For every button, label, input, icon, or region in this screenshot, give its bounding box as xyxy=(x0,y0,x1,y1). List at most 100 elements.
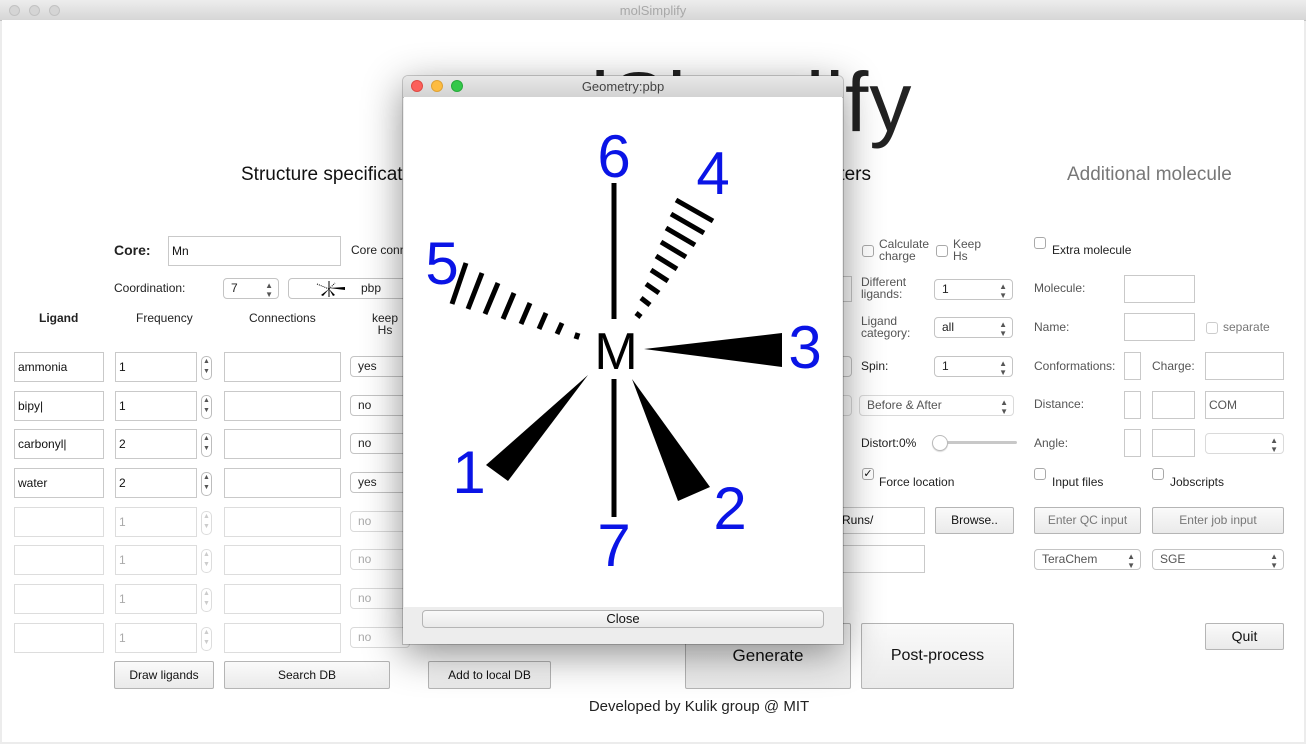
position-label-6: 6 xyxy=(597,123,630,190)
frequency-stepper[interactable]: ▲ ▼ xyxy=(201,395,212,419)
distort-slider-knob[interactable] xyxy=(932,435,948,451)
molecule-input[interactable] xyxy=(1124,275,1195,303)
bond-wedge-3 xyxy=(644,333,782,367)
input-files-checkbox[interactable] xyxy=(1034,468,1046,480)
geometry-select[interactable]: pbp xyxy=(288,278,408,299)
frequency-input[interactable]: 2 xyxy=(115,429,197,459)
keep-hs-select[interactable]: no xyxy=(350,549,410,570)
job-name-input[interactable] xyxy=(838,545,925,573)
ligand-category-value: all xyxy=(942,320,955,334)
chevron-icon: ▲ ▼ xyxy=(1000,398,1008,416)
frequency-input[interactable]: 2 xyxy=(115,468,197,498)
jobscripts-checkbox[interactable] xyxy=(1152,468,1164,480)
enter-qc-input-button[interactable]: Enter QC input xyxy=(1034,507,1141,534)
frequency-stepper[interactable]: ▲ ▼ xyxy=(201,588,212,612)
different-ligands-value: 1 xyxy=(942,282,949,296)
core-input[interactable]: Mn xyxy=(168,236,341,266)
distance-max-input[interactable] xyxy=(1152,391,1195,419)
coordination-select[interactable]: 7 ▲ ▼ xyxy=(223,278,279,299)
frequency-stepper[interactable]: ▲ ▼ xyxy=(201,549,212,573)
connections-input[interactable] xyxy=(224,429,341,459)
ligand-input[interactable] xyxy=(14,623,104,653)
keep-hs-select[interactable]: no xyxy=(350,511,410,532)
ligand-input[interactable] xyxy=(14,507,104,537)
distance-min-input[interactable] xyxy=(1124,391,1141,419)
qc-code-select[interactable]: TeraChem ▲ ▼ xyxy=(1034,549,1141,570)
browse-button[interactable]: Browse.. xyxy=(935,507,1014,534)
scheduler-select[interactable]: SGE ▲ ▼ xyxy=(1152,549,1284,570)
distort-slider[interactable] xyxy=(936,441,1017,444)
spin-select[interactable]: 1 ▲ ▼ xyxy=(934,356,1013,377)
connections-input[interactable] xyxy=(224,352,341,382)
frequency-stepper[interactable]: ▲ ▼ xyxy=(201,511,212,535)
keep-hs-select[interactable]: no xyxy=(350,627,410,648)
ligand-input[interactable]: ammonia xyxy=(14,352,104,382)
different-ligands-select[interactable]: 1 ▲ ▼ xyxy=(934,279,1013,300)
ligand-input[interactable] xyxy=(14,545,104,575)
frequency-input[interactable]: 1 xyxy=(115,545,197,575)
connections-input[interactable] xyxy=(224,584,341,614)
charge-input[interactable] xyxy=(1205,352,1284,380)
ligand-category-select[interactable]: all ▲ ▼ xyxy=(934,317,1013,338)
frequency-input[interactable]: 1 xyxy=(115,584,197,614)
name-input[interactable] xyxy=(1124,313,1195,341)
heading-structure: Structure specification xyxy=(241,164,428,185)
angle-max-input[interactable] xyxy=(1152,429,1195,457)
angle-ref-select[interactable]: ▲ ▼ xyxy=(1205,433,1284,454)
frequency-input[interactable]: 1 xyxy=(115,391,197,421)
draw-ligands-button[interactable]: Draw ligands xyxy=(114,661,214,689)
distance-ref-input[interactable]: COM xyxy=(1205,391,1284,419)
close-button[interactable]: Close xyxy=(422,610,824,628)
frequency-input[interactable]: 1 xyxy=(115,507,197,537)
ligand-input[interactable]: water xyxy=(14,468,104,498)
add-local-db-button[interactable]: Add to local DB xyxy=(428,661,551,689)
frequency-stepper[interactable]: ▲ ▼ xyxy=(201,356,212,380)
ligand-category-label: Ligand category: xyxy=(861,314,911,340)
connections-input[interactable] xyxy=(224,545,341,575)
force-location-checkbox[interactable]: ✓ xyxy=(862,468,874,480)
frequency-input[interactable]: 1 xyxy=(115,352,197,382)
separate-checkbox[interactable] xyxy=(1206,322,1218,334)
keep-hs-checkbox[interactable] xyxy=(936,245,948,257)
position-label-7: 7 xyxy=(597,512,630,579)
keep-hs-select[interactable]: yes xyxy=(350,472,410,493)
chevron-icon: ▲ ▼ xyxy=(999,320,1007,338)
conformations-input[interactable] xyxy=(1124,352,1141,380)
bond-wedge-1 xyxy=(486,375,588,481)
position-label-3: 3 xyxy=(788,314,821,381)
search-db-button[interactable]: Search DB xyxy=(224,661,390,689)
position-label-2: 2 xyxy=(713,475,746,542)
keep-hs-select[interactable]: no xyxy=(350,588,410,609)
angle-min-input[interactable] xyxy=(1124,429,1141,457)
ligand-input[interactable] xyxy=(14,584,104,614)
enter-job-input-button[interactable]: Enter job input xyxy=(1152,507,1284,534)
frequency-header: Frequency xyxy=(136,311,193,325)
stepper-icon: ▲ ▼ xyxy=(999,282,1007,300)
keep-hs-select[interactable]: no xyxy=(350,433,410,454)
extra-molecule-checkbox[interactable] xyxy=(1034,237,1046,249)
connections-input[interactable] xyxy=(224,507,341,537)
frequency-input[interactable]: 1 xyxy=(115,623,197,653)
ff-option-select[interactable]: Before & After ▲ ▼ xyxy=(859,395,1014,416)
frequency-stepper[interactable]: ▲ ▼ xyxy=(201,433,212,457)
frequency-stepper[interactable]: ▲ ▼ xyxy=(201,472,212,496)
connections-input[interactable] xyxy=(224,391,341,421)
qc-code-value: TeraChem xyxy=(1042,552,1098,566)
keep-hs-select[interactable]: no xyxy=(350,395,410,416)
ff-option-value: Before & After xyxy=(867,398,942,412)
runs-path-input[interactable]: Runs/ xyxy=(838,507,925,534)
window-title: molSimplify xyxy=(619,3,687,18)
quit-button[interactable]: Quit xyxy=(1205,623,1284,650)
heading-additional: Additional molecule xyxy=(1067,164,1232,185)
ligand-input[interactable]: carbonyl| xyxy=(14,429,104,459)
frequency-stepper[interactable]: ▲ ▼ xyxy=(201,627,212,651)
post-process-button[interactable]: Post-process xyxy=(861,623,1014,689)
connections-input[interactable] xyxy=(224,623,341,653)
calculate-charge-checkbox[interactable] xyxy=(862,245,874,257)
ligand-input[interactable]: bipy| xyxy=(14,391,104,421)
connections-input[interactable] xyxy=(224,468,341,498)
keep-hs-select[interactable]: yes xyxy=(350,356,410,377)
chevron-icon: ▲ ▼ xyxy=(1270,552,1278,570)
bond-dashed-4 xyxy=(634,197,715,319)
spin-label: Spin: xyxy=(861,359,889,373)
